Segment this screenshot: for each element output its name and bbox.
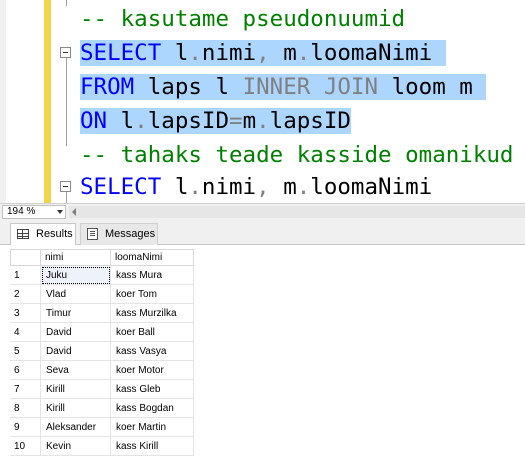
keyword: ON xyxy=(80,108,108,134)
operator-token: . xyxy=(296,40,311,66)
code-token: m xyxy=(269,174,297,200)
zoom-value: 194 % xyxy=(7,206,36,217)
table-cell[interactable]: Kirill xyxy=(41,399,111,418)
code-line-1: -- kasutame pseudonuumid xyxy=(80,2,405,36)
operator-token: , xyxy=(256,40,270,66)
code-token: lapsID xyxy=(147,108,230,134)
comment-text: -- kasutame pseudonuumid xyxy=(80,6,406,32)
code-token: m xyxy=(269,40,297,66)
row-number[interactable]: 8 xyxy=(10,399,41,418)
row-number[interactable]: 5 xyxy=(10,342,41,361)
code-line-5: -- tahaks teade kasside omanikud xyxy=(80,138,513,172)
operator-token: , xyxy=(256,174,270,200)
column-header-loomanimi[interactable]: loomaNimi xyxy=(111,249,194,266)
selected-text: FROM laps l INNER JOIN loom m xyxy=(80,74,487,100)
results-grid[interactable]: nimi loomaNimi 1 Juku kass Mura 2 Vlad k… xyxy=(0,245,525,458)
horizontal-scrollbar[interactable] xyxy=(69,206,525,218)
code-token: nimi xyxy=(201,40,257,66)
keyword: SELECT xyxy=(80,40,162,66)
code-line-3: FROM laps l INNER JOIN loom m xyxy=(80,70,487,104)
outline-line xyxy=(66,58,67,146)
grid-icon xyxy=(17,229,29,239)
operator-token: . xyxy=(256,108,270,134)
operator-token: = xyxy=(229,108,243,134)
outline-line xyxy=(66,192,67,203)
comment-text: -- tahaks teade kasside omanikud xyxy=(80,142,514,168)
table-cell[interactable]: Timur xyxy=(41,304,111,323)
row-number[interactable]: 2 xyxy=(10,285,41,304)
table-cell[interactable]: koer Tom xyxy=(111,285,194,304)
tab-messages[interactable]: Messages xyxy=(80,223,158,245)
messages-icon xyxy=(87,228,98,240)
row-number[interactable]: 4 xyxy=(10,323,41,342)
table-cell[interactable]: kass Mura xyxy=(111,266,194,285)
query-editor[interactable]: -- kasutame pseudonuumid SELECT l.nimi, … xyxy=(0,0,525,203)
grid-corner[interactable] xyxy=(10,249,41,266)
collapse-toggle-icon[interactable] xyxy=(60,181,71,192)
table-cell[interactable]: koer Ball xyxy=(111,323,194,342)
row-number[interactable]: 3 xyxy=(10,304,41,323)
table-cell[interactable]: koer Motor xyxy=(111,361,194,380)
code-line-2: SELECT l.nimi, m.loomaNimi xyxy=(80,36,446,70)
table-cell[interactable]: kass Kirill xyxy=(111,437,194,456)
change-tracking-bar xyxy=(44,0,51,203)
code-token: loomaNimi xyxy=(310,174,433,200)
keyword: FROM xyxy=(80,74,135,100)
scroll-left-icon[interactable] xyxy=(72,208,76,216)
row-number[interactable]: 10 xyxy=(10,437,41,456)
table-cell[interactable]: David xyxy=(41,323,111,342)
code-token: laps l xyxy=(134,74,243,100)
row-number[interactable]: 7 xyxy=(10,380,41,399)
code-token: loom m xyxy=(378,74,473,100)
column-header-nimi[interactable]: nimi xyxy=(41,249,111,266)
operator-token: INNER JOIN xyxy=(242,74,379,100)
table-cell[interactable]: koer Martin xyxy=(111,418,194,437)
tab-label: Messages xyxy=(105,228,156,240)
table-cell[interactable]: Aleksander xyxy=(41,418,111,437)
operator-token: . xyxy=(296,174,311,200)
table-cell[interactable]: David xyxy=(41,342,111,361)
operator-token: . xyxy=(134,108,148,134)
code-line-6: SELECT l.nimi, m.loomaNimi xyxy=(80,170,432,203)
tab-results[interactable]: Results xyxy=(10,223,76,245)
code-line-4: ON l.lapsID=m.lapsID xyxy=(80,104,351,138)
table-cell[interactable]: kass Murzilka xyxy=(111,304,194,323)
tab-label: Results xyxy=(36,228,73,240)
editor-status-strip: 194 % xyxy=(0,203,525,220)
outline-line xyxy=(66,0,67,6)
code-token: l xyxy=(161,40,189,66)
table-cell[interactable]: kass Vasya xyxy=(111,342,194,361)
row-number[interactable]: 9 xyxy=(10,418,41,437)
chevron-down-icon xyxy=(57,210,63,214)
operator-token: . xyxy=(188,174,202,200)
selected-text: ON l.lapsID=m.lapsID xyxy=(80,108,351,134)
zoom-select[interactable]: 194 % xyxy=(2,205,66,219)
operator-token: . xyxy=(188,40,202,66)
table-cell[interactable]: Juku xyxy=(41,266,111,285)
row-number[interactable]: 1 xyxy=(10,266,41,285)
code-token: loomaNimi xyxy=(310,40,433,66)
code-token: l xyxy=(107,108,135,134)
keyword: SELECT xyxy=(80,174,162,200)
selected-text: SELECT l.nimi, m.loomaNimi xyxy=(80,40,446,66)
row-number[interactable]: 6 xyxy=(10,361,41,380)
code-token: nimi xyxy=(201,174,257,200)
table-cell[interactable]: Kirill xyxy=(41,380,111,399)
code-token: lapsID xyxy=(269,108,351,134)
table-cell[interactable]: Kevin xyxy=(41,437,111,456)
table-cell[interactable]: kass Gleb xyxy=(111,380,194,399)
table-cell[interactable]: kass Bogdan xyxy=(111,399,194,418)
results-tabs: Results Messages xyxy=(0,220,525,245)
table-cell[interactable]: Seva xyxy=(41,361,111,380)
table-cell[interactable]: Vlad xyxy=(41,285,111,304)
collapse-toggle-icon[interactable] xyxy=(60,47,71,58)
code-token: l xyxy=(161,174,189,200)
editor-margin xyxy=(0,0,6,203)
code-token: m xyxy=(242,108,257,134)
